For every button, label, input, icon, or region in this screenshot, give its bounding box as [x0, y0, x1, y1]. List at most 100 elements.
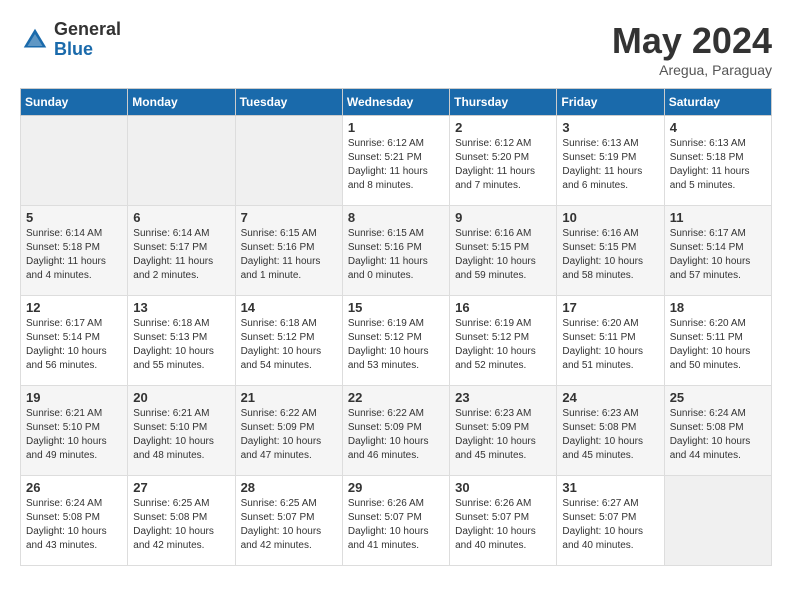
calendar-cell: [128, 116, 235, 206]
calendar-cell: 21Sunrise: 6:22 AM Sunset: 5:09 PM Dayli…: [235, 386, 342, 476]
day-number: 5: [26, 210, 122, 225]
day-info: Sunrise: 6:20 AM Sunset: 5:11 PM Dayligh…: [562, 317, 658, 373]
calendar-week-4: 19Sunrise: 6:21 AM Sunset: 5:10 PM Dayli…: [21, 386, 772, 476]
calendar-cell: 15 Sunrise: 6:19 AM Sunset: 5:12 PM Dayli…: [342, 296, 449, 386]
day-number: 30: [455, 480, 551, 495]
calendar-cell: 24Sunrise: 6:23 AM Sunset: 5:08 PM Dayli…: [557, 386, 664, 476]
day-info: Sunrise: 6:16 AM Sunset: 5:15 PM Dayligh…: [455, 227, 551, 283]
logo-general-text: General: [54, 20, 121, 40]
calendar-week-5: 26Sunrise: 6:24 AM Sunset: 5:08 PM Dayli…: [21, 476, 772, 566]
day-number: 17: [562, 300, 658, 315]
day-number: 6: [133, 210, 229, 225]
logo: General Blue: [20, 20, 121, 60]
day-info: Sunrise: 6:13 AM Sunset: 5:19 PM Dayligh…: [562, 137, 658, 193]
day-number: 10: [562, 210, 658, 225]
day-number: 11: [670, 210, 766, 225]
day-info: Sunrise: 6:26 AM Sunset: 5:07 PM Dayligh…: [455, 497, 551, 553]
day-info: Sunrise: 6:21 AM Sunset: 5:10 PM Dayligh…: [133, 407, 229, 463]
calendar-cell: 26Sunrise: 6:24 AM Sunset: 5:08 PM Dayli…: [21, 476, 128, 566]
day-info: Sunrise: 6:19 AM Sunset: 5:12 PM Dayligh…: [348, 317, 444, 373]
logo-blue-text: Blue: [54, 40, 121, 60]
weekday-header-thursday: Thursday: [450, 89, 557, 116]
day-info: Sunrise: 6:18 AM Sunset: 5:12 PM Dayligh…: [241, 317, 337, 373]
day-number: 29: [348, 480, 444, 495]
weekday-header-friday: Friday: [557, 89, 664, 116]
day-info: Sunrise: 6:24 AM Sunset: 5:08 PM Dayligh…: [26, 497, 122, 553]
day-number: 16: [455, 300, 551, 315]
day-info: Sunrise: 6:12 AM Sunset: 5:20 PM Dayligh…: [455, 137, 551, 193]
weekday-header-tuesday: Tuesday: [235, 89, 342, 116]
weekday-header-monday: Monday: [128, 89, 235, 116]
month-title: May 2024: [612, 20, 772, 62]
calendar-table: SundayMondayTuesdayWednesdayThursdayFrid…: [20, 88, 772, 566]
day-info: Sunrise: 6:15 AM Sunset: 5:16 PM Dayligh…: [348, 227, 444, 283]
calendar-cell: 31 Sunrise: 6:27 AM Sunset: 5:07 PM Dayli…: [557, 476, 664, 566]
logo-icon: [20, 25, 50, 55]
calendar-cell: [21, 116, 128, 206]
calendar-cell: 27 Sunrise: 6:25 AM Sunset: 5:08 PM Dayli…: [128, 476, 235, 566]
calendar-cell: 22Sunrise: 6:22 AM Sunset: 5:09 PM Dayli…: [342, 386, 449, 476]
calendar-cell: 4 Sunrise: 6:13 AM Sunset: 5:18 PM Daylig…: [664, 116, 771, 206]
day-number: 21: [241, 390, 337, 405]
day-number: 23: [455, 390, 551, 405]
day-number: 18: [670, 300, 766, 315]
day-number: 25: [670, 390, 766, 405]
day-number: 3: [562, 120, 658, 135]
day-info: Sunrise: 6:25 AM Sunset: 5:08 PM Dayligh…: [133, 497, 229, 553]
calendar-cell: [235, 116, 342, 206]
calendar-week-1: 1Sunrise: 6:12 AM Sunset: 5:21 PM Daylig…: [21, 116, 772, 206]
calendar-cell: 18 Sunrise: 6:20 AM Sunset: 5:11 PM Dayli…: [664, 296, 771, 386]
calendar-cell: 19Sunrise: 6:21 AM Sunset: 5:10 PM Dayli…: [21, 386, 128, 476]
calendar-cell: 28 Sunrise: 6:25 AM Sunset: 5:07 PM Dayli…: [235, 476, 342, 566]
calendar-cell: 29 Sunrise: 6:26 AM Sunset: 5:07 PM Dayli…: [342, 476, 449, 566]
day-number: 20: [133, 390, 229, 405]
day-info: Sunrise: 6:25 AM Sunset: 5:07 PM Dayligh…: [241, 497, 337, 553]
day-info: Sunrise: 6:27 AM Sunset: 5:07 PM Dayligh…: [562, 497, 658, 553]
logo-text: General Blue: [54, 20, 121, 60]
calendar-cell: 1Sunrise: 6:12 AM Sunset: 5:21 PM Daylig…: [342, 116, 449, 206]
day-number: 1: [348, 120, 444, 135]
page-header: General Blue May 2024 Aregua, Paraguay: [20, 20, 772, 78]
day-info: Sunrise: 6:16 AM Sunset: 5:15 PM Dayligh…: [562, 227, 658, 283]
calendar-cell: 7Sunrise: 6:15 AM Sunset: 5:16 PM Daylig…: [235, 206, 342, 296]
day-info: Sunrise: 6:23 AM Sunset: 5:08 PM Dayligh…: [562, 407, 658, 463]
day-number: 8: [348, 210, 444, 225]
calendar-cell: 13Sunrise: 6:18 AM Sunset: 5:13 PM Dayli…: [128, 296, 235, 386]
calendar-week-2: 5 Sunrise: 6:14 AM Sunset: 5:18 PM Daylig…: [21, 206, 772, 296]
day-number: 12: [26, 300, 122, 315]
calendar-header: SundayMondayTuesdayWednesdayThursdayFrid…: [21, 89, 772, 116]
weekday-header-sunday: Sunday: [21, 89, 128, 116]
day-info: Sunrise: 6:14 AM Sunset: 5:18 PM Dayligh…: [26, 227, 122, 283]
day-number: 31: [562, 480, 658, 495]
day-info: Sunrise: 6:20 AM Sunset: 5:11 PM Dayligh…: [670, 317, 766, 373]
calendar-cell: 25Sunrise: 6:24 AM Sunset: 5:08 PM Dayli…: [664, 386, 771, 476]
title-block: May 2024 Aregua, Paraguay: [612, 20, 772, 78]
day-info: Sunrise: 6:13 AM Sunset: 5:18 PM Dayligh…: [670, 137, 766, 193]
day-info: Sunrise: 6:26 AM Sunset: 5:07 PM Dayligh…: [348, 497, 444, 553]
day-info: Sunrise: 6:22 AM Sunset: 5:09 PM Dayligh…: [348, 407, 444, 463]
day-info: Sunrise: 6:19 AM Sunset: 5:12 PM Dayligh…: [455, 317, 551, 373]
calendar-cell: 5 Sunrise: 6:14 AM Sunset: 5:18 PM Daylig…: [21, 206, 128, 296]
calendar-cell: 23Sunrise: 6:23 AM Sunset: 5:09 PM Dayli…: [450, 386, 557, 476]
day-info: Sunrise: 6:17 AM Sunset: 5:14 PM Dayligh…: [670, 227, 766, 283]
calendar-cell: [664, 476, 771, 566]
calendar-cell: 9Sunrise: 6:16 AM Sunset: 5:15 PM Daylig…: [450, 206, 557, 296]
calendar-cell: 11 Sunrise: 6:17 AM Sunset: 5:14 PM Dayli…: [664, 206, 771, 296]
day-number: 15: [348, 300, 444, 315]
weekday-header-wednesday: Wednesday: [342, 89, 449, 116]
calendar-cell: 3 Sunrise: 6:13 AM Sunset: 5:19 PM Daylig…: [557, 116, 664, 206]
day-info: Sunrise: 6:14 AM Sunset: 5:17 PM Dayligh…: [133, 227, 229, 283]
weekday-header-saturday: Saturday: [664, 89, 771, 116]
day-number: 4: [670, 120, 766, 135]
day-number: 28: [241, 480, 337, 495]
location: Aregua, Paraguay: [612, 62, 772, 78]
calendar-cell: 10 Sunrise: 6:16 AM Sunset: 5:15 PM Dayli…: [557, 206, 664, 296]
calendar-cell: 14 Sunrise: 6:18 AM Sunset: 5:12 PM Dayli…: [235, 296, 342, 386]
calendar-week-3: 12Sunrise: 6:17 AM Sunset: 5:14 PM Dayli…: [21, 296, 772, 386]
day-number: 14: [241, 300, 337, 315]
day-number: 27: [133, 480, 229, 495]
day-info: Sunrise: 6:21 AM Sunset: 5:10 PM Dayligh…: [26, 407, 122, 463]
day-info: Sunrise: 6:18 AM Sunset: 5:13 PM Dayligh…: [133, 317, 229, 373]
day-info: Sunrise: 6:15 AM Sunset: 5:16 PM Dayligh…: [241, 227, 337, 283]
calendar-cell: 20 Sunrise: 6:21 AM Sunset: 5:10 PM Dayli…: [128, 386, 235, 476]
